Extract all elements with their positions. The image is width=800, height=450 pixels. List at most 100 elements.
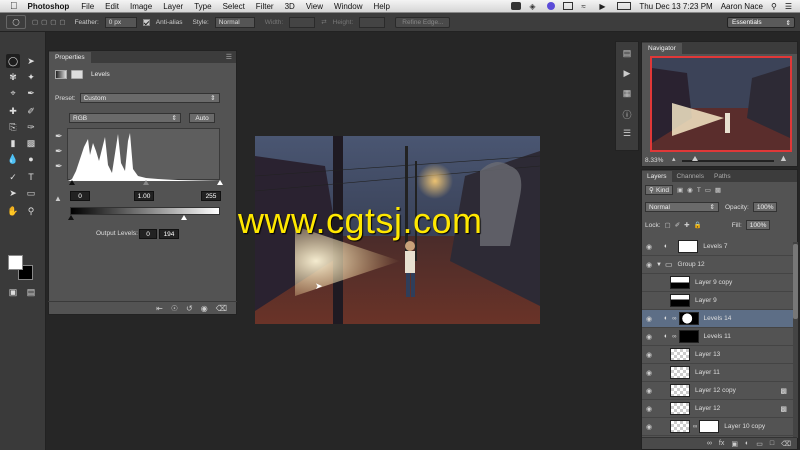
eraser-tool-icon[interactable]: ▮ bbox=[6, 136, 20, 150]
tab-navigator[interactable]: Navigator bbox=[642, 43, 682, 54]
new-adjustment-icon[interactable]: ◐ bbox=[745, 440, 749, 447]
eye-icon[interactable]: ◉ bbox=[642, 333, 656, 341]
feather-input[interactable]: 0 px bbox=[104, 16, 137, 28]
spotlight-icon[interactable]: ⚲ bbox=[771, 2, 777, 11]
quick-mask-icon[interactable]: ▣ bbox=[6, 285, 20, 299]
info-panel-icon[interactable]: ⓘ bbox=[619, 108, 635, 122]
user-name[interactable]: Aaron Nace bbox=[721, 2, 763, 11]
layer-row[interactable]: ◉ ◐ ∞ Levels 11 bbox=[642, 328, 793, 346]
wifi-icon[interactable]: ≈ bbox=[581, 2, 591, 11]
output-black-field[interactable]: 0 bbox=[139, 229, 157, 239]
chevron-down-icon[interactable]: ▼ bbox=[656, 262, 662, 268]
dropbox-icon[interactable]: ◈ bbox=[529, 2, 539, 11]
tab-paths[interactable]: Paths bbox=[709, 171, 736, 182]
stamp-tool-icon[interactable]: ⎘ bbox=[6, 120, 20, 134]
layer-row[interactable]: ◉ Layer 13 bbox=[642, 346, 793, 364]
eye-icon[interactable]: ◉ bbox=[642, 315, 656, 323]
fx-icon[interactable]: fx bbox=[719, 440, 724, 447]
menu-filter[interactable]: Filter bbox=[256, 2, 274, 11]
hand-tool-icon[interactable]: ✋ bbox=[6, 204, 20, 218]
clip-to-layer-icon[interactable]: ⇤ bbox=[156, 304, 163, 313]
layer-row[interactable]: ◉ ◐ Levels 7 bbox=[642, 238, 793, 256]
view-previous-icon[interactable]: ☉ bbox=[171, 304, 178, 313]
layer-row[interactable]: ◉ Layer 12 ▩ bbox=[642, 400, 793, 418]
foreground-color-swatch[interactable] bbox=[8, 255, 23, 270]
eye-icon[interactable]: ◉ bbox=[642, 423, 656, 431]
eyedropper-tool-icon[interactable]: ✒ bbox=[24, 86, 38, 100]
style-select[interactable]: Normal bbox=[214, 16, 255, 28]
visibility-icon[interactable]: ◉ bbox=[201, 304, 208, 313]
eye-icon[interactable]: ◉ bbox=[642, 369, 656, 377]
type-tool-icon[interactable]: T bbox=[24, 170, 38, 184]
path-select-tool-icon[interactable]: ➤ bbox=[6, 186, 20, 200]
menu-select[interactable]: Select bbox=[223, 2, 245, 11]
opacity-input[interactable]: 100% bbox=[752, 202, 777, 212]
filter-icons[interactable]: ▣◉T▭▩ bbox=[677, 186, 725, 194]
trash-icon[interactable]: ⌫ bbox=[781, 440, 791, 448]
eyedropper-white-icon[interactable]: ✒ bbox=[55, 161, 63, 172]
eye-icon[interactable]: ◉ bbox=[642, 261, 656, 269]
adjustments-panel-icon[interactable]: ☰ bbox=[619, 128, 635, 142]
histogram-panel-icon[interactable]: ▤ bbox=[619, 48, 635, 62]
ellipse-marquee-icon[interactable]: ◯ bbox=[6, 15, 26, 29]
output-white-slider[interactable] bbox=[181, 215, 187, 220]
filter-kind-select[interactable]: ⚲ Kind bbox=[645, 185, 673, 195]
zoom-out-icon[interactable]: ▴ bbox=[672, 155, 676, 163]
lasso-tool-icon[interactable]: ✾ bbox=[6, 70, 20, 84]
eye-icon[interactable]: ◉ bbox=[642, 387, 656, 395]
menu-file[interactable]: File bbox=[81, 2, 94, 11]
scroll-thumb[interactable] bbox=[793, 244, 798, 319]
menu-image[interactable]: Image bbox=[130, 2, 152, 11]
eye-icon[interactable]: ◉ bbox=[642, 351, 656, 359]
list-icon[interactable]: ☰ bbox=[785, 2, 792, 11]
menu-3d[interactable]: 3D bbox=[285, 2, 295, 11]
menu-help[interactable]: Help bbox=[373, 2, 389, 11]
tab-layers[interactable]: Layers bbox=[642, 171, 672, 182]
gpu-icon[interactable] bbox=[511, 2, 522, 10]
volume-icon[interactable]: ▶ bbox=[599, 2, 609, 11]
quick-select-tool-icon[interactable]: ✦ bbox=[24, 70, 38, 84]
brush-tool-icon[interactable]: ✐ bbox=[24, 104, 38, 118]
actions-panel-icon[interactable]: ▶ bbox=[619, 68, 635, 82]
layers-scrollbar[interactable] bbox=[793, 242, 798, 438]
healing-tool-icon[interactable]: ✚ bbox=[6, 104, 20, 118]
channel-select[interactable]: RGB ⇕ bbox=[69, 113, 181, 123]
battery-icon[interactable] bbox=[617, 2, 632, 10]
zoom-tool-icon[interactable]: ⚲ bbox=[24, 204, 38, 218]
eye-icon[interactable]: ◉ bbox=[642, 243, 656, 251]
new-group-icon[interactable]: ▭ bbox=[756, 440, 763, 448]
blend-mode-select[interactable]: Normal ⇕ bbox=[645, 202, 719, 212]
record-icon[interactable] bbox=[547, 2, 556, 10]
link-icon[interactable]: ∞ bbox=[672, 316, 676, 322]
swap-icon[interactable]: ⇄ bbox=[321, 18, 326, 26]
eye-icon[interactable]: ◉ bbox=[642, 405, 656, 413]
output-black-slider[interactable] bbox=[68, 215, 74, 220]
fill-input[interactable]: 100% bbox=[745, 220, 770, 230]
apple-icon[interactable]:  bbox=[10, 1, 18, 12]
crop-tool-icon[interactable]: ⌖ bbox=[6, 86, 20, 100]
selection-mode-icons[interactable]: ▢▢▢▢ bbox=[32, 18, 69, 26]
tab-channels[interactable]: Channels bbox=[672, 171, 709, 182]
pen-tool-icon[interactable]: ✓ bbox=[6, 170, 20, 184]
layer-group-row[interactable]: ◉ ▼ ▭ Group 12 bbox=[642, 256, 793, 274]
trash-icon[interactable]: ⌫ bbox=[216, 304, 227, 313]
zoom-value[interactable]: 8.33% bbox=[645, 157, 663, 164]
input-black-field[interactable]: 0 bbox=[70, 191, 90, 201]
layer-row[interactable]: ◉ Layer 9 bbox=[642, 292, 793, 310]
history-brush-tool-icon[interactable]: ✑ bbox=[24, 120, 38, 134]
mask-icon[interactable] bbox=[71, 70, 83, 79]
clipping-warning-icon[interactable]: ▲ bbox=[54, 194, 62, 203]
history-panel-icon[interactable]: ▦ bbox=[619, 88, 635, 102]
layer-row[interactable]: ◉ Layer 11 bbox=[642, 364, 793, 382]
layer-row[interactable]: ◉ Layer 12 copy ▩ bbox=[642, 382, 793, 400]
menu-window[interactable]: Window bbox=[334, 2, 362, 11]
reset-icon[interactable]: ↺ bbox=[186, 304, 193, 313]
eye-off-icon[interactable]: ◉ bbox=[642, 279, 656, 287]
menu-edit[interactable]: Edit bbox=[105, 2, 119, 11]
input-black-slider[interactable] bbox=[69, 180, 75, 185]
width-input[interactable] bbox=[289, 16, 316, 28]
add-mask-icon[interactable]: ▣ bbox=[731, 440, 738, 448]
zoom-in-icon[interactable]: ▲ bbox=[779, 153, 788, 163]
input-white-slider[interactable] bbox=[217, 180, 223, 185]
auto-button[interactable]: Auto bbox=[189, 113, 215, 123]
